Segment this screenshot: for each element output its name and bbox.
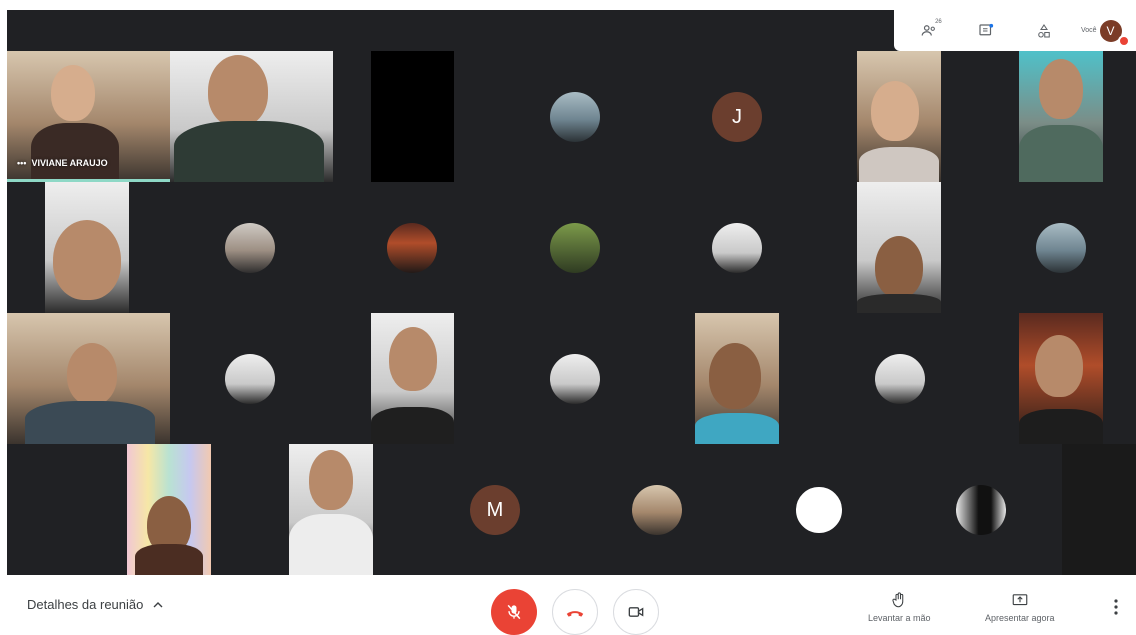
participant-avatar[interactable]	[550, 92, 600, 142]
participant-video-body	[1019, 125, 1103, 182]
participant-avatar[interactable]	[225, 354, 275, 404]
participant-avatar[interactable]	[550, 223, 600, 273]
participant-name-tag: ••• VIVIANE ARAUJO	[17, 158, 108, 168]
leave-call-button[interactable]	[552, 589, 598, 635]
participant-video-body	[174, 121, 324, 182]
present-now-label: Apresentar agora	[985, 613, 1055, 623]
participant-video-body	[135, 544, 203, 575]
participant-avatar[interactable]	[956, 485, 1006, 535]
participant-tile[interactable]	[371, 313, 454, 444]
participant-video-body	[25, 401, 155, 444]
meeting-details-label: Detalhes da reunião	[27, 597, 144, 612]
participant-count: 26	[935, 19, 942, 25]
hang-up-icon	[566, 611, 584, 617]
participant-grid: ••• VIVIANE ARAUJO J M	[7, 51, 1136, 575]
participant-avatar[interactable]	[712, 223, 762, 273]
bottom-bar: Detalhes da reunião Levantar a mão Apres…	[0, 575, 1136, 635]
activities-icon	[1037, 23, 1050, 38]
raise-hand-label: Levantar a mão	[868, 613, 931, 623]
mic-toggle-button[interactable]	[491, 589, 537, 635]
participant-avatar[interactable]	[794, 485, 844, 535]
chat-button[interactable]	[963, 10, 1009, 51]
participant-tile[interactable]	[857, 51, 941, 182]
meeting-details-button[interactable]: Detalhes da reunião	[27, 597, 163, 612]
more-dots-icon: •••	[17, 158, 27, 168]
participant-video	[709, 343, 761, 409]
participant-tile[interactable]	[45, 182, 129, 313]
top-bar: 26 Você V	[7, 10, 1136, 51]
participant-video	[1035, 335, 1083, 397]
participant-tile[interactable]	[127, 444, 211, 575]
participant-tile[interactable]	[289, 444, 373, 575]
participant-tile[interactable]	[7, 313, 170, 444]
participant-tile-spacer	[7, 444, 89, 575]
participant-video-body	[371, 407, 454, 444]
participant-video	[208, 55, 268, 127]
participant-video	[309, 450, 353, 510]
participant-video-body	[859, 147, 939, 182]
more-vert-icon	[1114, 599, 1118, 615]
camera-toggle-button[interactable]	[613, 589, 659, 635]
participant-video	[389, 327, 437, 391]
present-now-button[interactable]: Apresentar agora	[985, 591, 1055, 623]
participant-tile[interactable]	[1019, 51, 1103, 182]
participants-button[interactable]: 26	[906, 10, 952, 51]
camera-icon	[628, 607, 644, 617]
chat-icon	[979, 23, 994, 35]
participant-video	[875, 236, 923, 298]
participant-video-body	[1019, 409, 1103, 444]
you-label: Você	[1080, 27, 1097, 34]
participant-video	[871, 81, 919, 141]
participant-avatar[interactable]	[387, 223, 437, 273]
participant-tile[interactable]	[1019, 313, 1103, 444]
participant-avatar[interactable]	[875, 354, 925, 404]
hand-icon	[892, 592, 904, 608]
meet-window: 26 Você V ••• VIVIANE ARAUJO J M Detalhe…	[0, 0, 1136, 635]
participant-avatar[interactable]	[550, 354, 600, 404]
participant-name: VIVIANE ARAUJO	[31, 158, 108, 168]
participant-video-body	[31, 123, 119, 182]
participant-tile[interactable]	[695, 313, 779, 444]
participant-avatar-letter[interactable]: J	[712, 92, 762, 142]
participant-avatar[interactable]	[225, 223, 275, 273]
participant-video	[53, 220, 121, 300]
more-options-button[interactable]	[1108, 597, 1124, 617]
participant-tile[interactable]	[170, 51, 333, 182]
participant-video	[1039, 59, 1083, 119]
participant-video-body	[695, 413, 779, 444]
participant-tile-viviane[interactable]: ••• VIVIANE ARAUJO	[7, 51, 170, 182]
participant-tile-camera-off[interactable]	[1062, 444, 1136, 575]
self-view-button[interactable]: Você V	[1078, 10, 1131, 51]
present-icon	[1012, 594, 1028, 606]
top-controls: 26 Você V	[894, 10, 1136, 51]
participant-video-body	[857, 294, 941, 313]
participant-tile-camera-off[interactable]	[371, 51, 454, 182]
participant-video	[67, 343, 117, 405]
participant-video	[51, 65, 95, 121]
participant-avatar-letter[interactable]: M	[470, 485, 520, 535]
participant-tile[interactable]	[857, 182, 941, 313]
chevron-up-icon	[153, 601, 163, 607]
participant-video-body	[289, 514, 373, 575]
notification-badge	[1118, 35, 1131, 47]
participant-avatar[interactable]	[1036, 223, 1086, 273]
participant-avatar[interactable]	[632, 485, 682, 535]
mic-off-icon	[507, 604, 521, 620]
activities-button[interactable]	[1021, 10, 1067, 51]
raise-hand-button[interactable]: Levantar a mão	[868, 591, 931, 623]
